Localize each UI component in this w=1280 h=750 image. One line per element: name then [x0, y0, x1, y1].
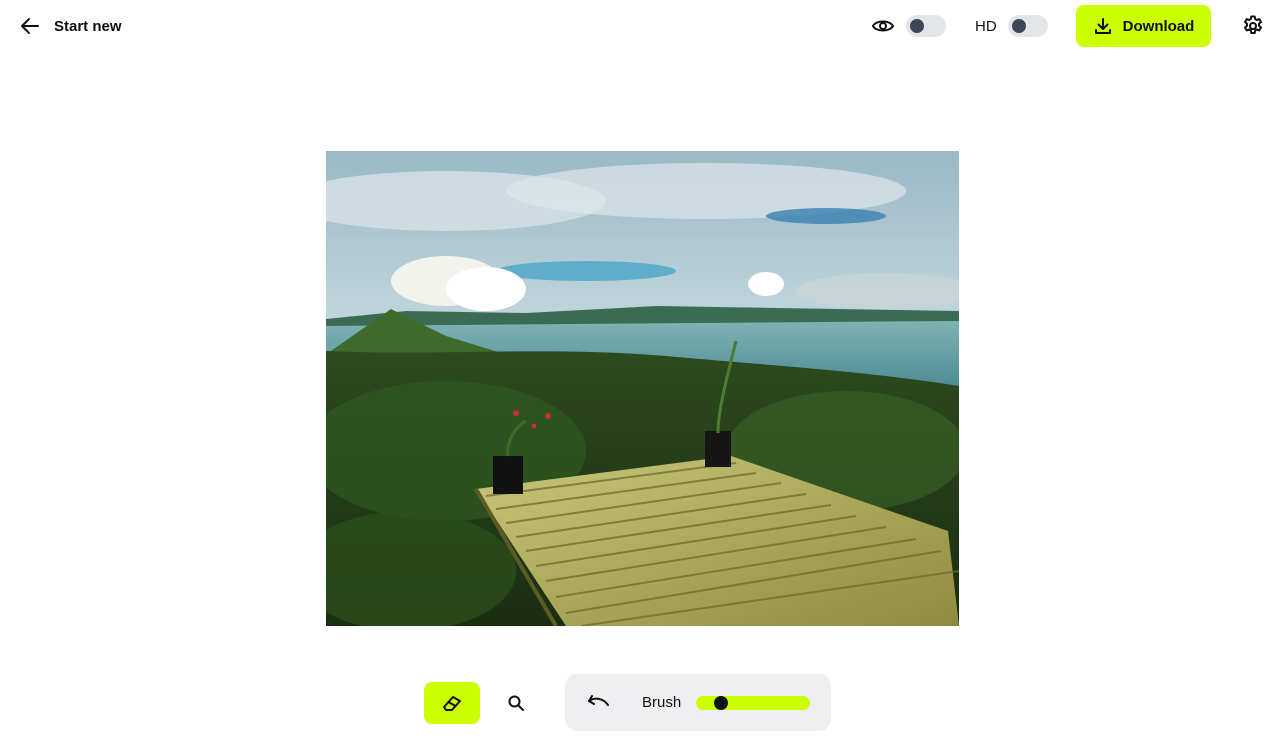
brush-size-thumb[interactable] [714, 696, 728, 710]
preview-toggle[interactable] [906, 15, 946, 37]
start-new-button[interactable]: Start new [18, 12, 122, 40]
undo-icon [588, 695, 609, 706]
gear-icon[interactable] [1241, 14, 1265, 38]
arrow-left-icon [21, 18, 39, 34]
hd-label: HD [975, 18, 997, 35]
magnifier-icon [508, 695, 524, 711]
download-label: Download [1122, 17, 1195, 35]
brush-size-slider[interactable] [696, 696, 810, 710]
preview-toggle-knob [910, 19, 924, 33]
eye-icon[interactable] [871, 15, 895, 37]
hd-toggle[interactable] [1008, 15, 1048, 37]
landscape-photo [326, 151, 959, 626]
image-canvas[interactable] [326, 151, 959, 626]
download-icon [1094, 18, 1111, 34]
undo-button[interactable] [585, 690, 613, 714]
hd-toggle-knob [1012, 19, 1026, 33]
zoom-tool-button[interactable] [496, 682, 536, 724]
brush-label: Brush [642, 694, 682, 711]
start-new-label: Start new [54, 17, 122, 35]
download-button[interactable]: Download [1076, 5, 1211, 47]
top-bar: Start new HD Download [0, 0, 1280, 52]
eraser-icon [443, 696, 461, 711]
eraser-tool-button[interactable] [424, 682, 480, 724]
brush-panel: Brush [565, 674, 831, 731]
